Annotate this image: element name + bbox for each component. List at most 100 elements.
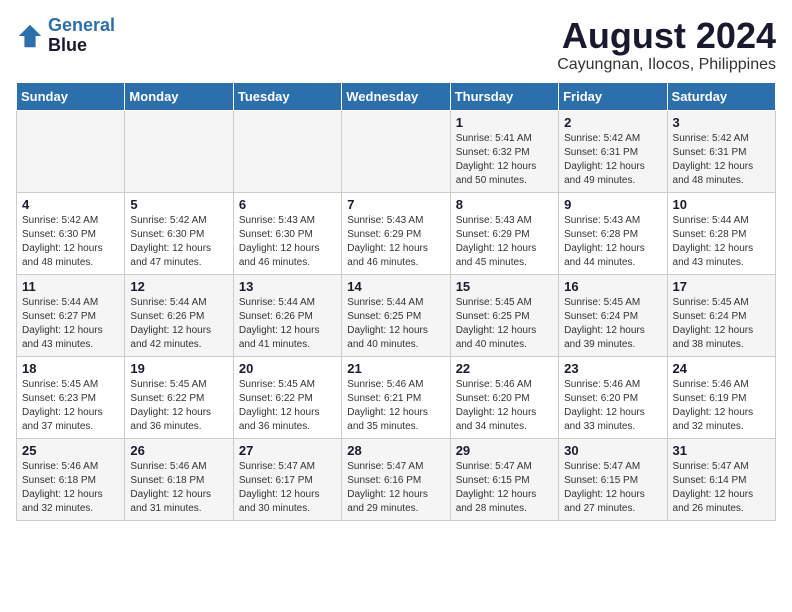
day-info: Sunrise: 5:42 AMSunset: 6:30 PMDaylight:…	[130, 214, 227, 270]
day-number: 16	[564, 279, 661, 294]
day-info: Sunrise: 5:43 AMSunset: 6:28 PMDaylight:…	[564, 214, 661, 270]
day-info: Sunrise: 5:46 AMSunset: 6:19 PMDaylight:…	[673, 378, 770, 434]
day-info: Sunrise: 5:45 AMSunset: 6:22 PMDaylight:…	[239, 378, 336, 434]
day-info: Sunrise: 5:46 AMSunset: 6:21 PMDaylight:…	[347, 378, 444, 434]
day-number: 7	[347, 197, 444, 212]
day-info: Sunrise: 5:43 AMSunset: 6:29 PMDaylight:…	[456, 214, 553, 270]
day-number: 30	[564, 443, 661, 458]
week-row-1: 1Sunrise: 5:41 AMSunset: 6:32 PMDaylight…	[17, 110, 776, 192]
day-cell	[17, 110, 125, 192]
day-number: 26	[130, 443, 227, 458]
day-cell: 14Sunrise: 5:44 AMSunset: 6:25 PMDayligh…	[342, 274, 450, 356]
day-cell: 17Sunrise: 5:45 AMSunset: 6:24 PMDayligh…	[667, 274, 775, 356]
day-info: Sunrise: 5:42 AMSunset: 6:30 PMDaylight:…	[22, 214, 119, 270]
day-cell	[233, 110, 341, 192]
day-cell: 22 Sunrise: 5:46 AMSunset: 6:20 PMDayligh…	[450, 356, 558, 438]
day-cell: 4 Sunrise: 5:42 AMSunset: 6:30 PMDaylight…	[17, 192, 125, 274]
day-cell: 29Sunrise: 5:47 AMSunset: 6:15 PMDayligh…	[450, 438, 558, 520]
day-number: 12	[130, 279, 227, 294]
day-number: 25	[22, 443, 119, 458]
day-info: Sunrise: 5:44 AMSunset: 6:25 PMDaylight:…	[347, 296, 444, 352]
day-cell: 31 Sunrise: 5:47 AMSunset: 6:14 PMDayligh…	[667, 438, 775, 520]
calendar-table: SundayMondayTuesdayWednesdayThursdayFrid…	[16, 82, 776, 521]
day-info: Sunrise: 5:44 AMSunset: 6:27 PMDaylight:…	[22, 296, 119, 352]
day-number: 22	[456, 361, 553, 376]
day-number: 4	[22, 197, 119, 212]
day-info: Sunrise: 5:45 AMSunset: 6:23 PMDaylight:…	[22, 378, 119, 434]
day-cell: 16 Sunrise: 5:45 AMSunset: 6:24 PMDayligh…	[559, 274, 667, 356]
day-cell: 8Sunrise: 5:43 AMSunset: 6:29 PMDaylight…	[450, 192, 558, 274]
day-number: 6	[239, 197, 336, 212]
weekday-header-tuesday: Tuesday	[233, 82, 341, 110]
day-info: Sunrise: 5:43 AMSunset: 6:30 PMDaylight:…	[239, 214, 336, 270]
day-number: 2	[564, 115, 661, 130]
day-number: 24	[673, 361, 770, 376]
day-cell: 2 Sunrise: 5:42 AMSunset: 6:31 PMDaylight…	[559, 110, 667, 192]
day-cell: 26 Sunrise: 5:46 AMSunset: 6:18 PMDayligh…	[125, 438, 233, 520]
day-cell: 28 Sunrise: 5:47 AMSunset: 6:16 PMDayligh…	[342, 438, 450, 520]
title-area: August 2024 Cayungnan, Ilocos, Philippin…	[557, 16, 776, 74]
weekday-header-friday: Friday	[559, 82, 667, 110]
week-row-2: 4 Sunrise: 5:42 AMSunset: 6:30 PMDaylight…	[17, 192, 776, 274]
location: Cayungnan, Ilocos, Philippines	[557, 56, 776, 74]
day-info: Sunrise: 5:44 AMSunset: 6:26 PMDaylight:…	[130, 296, 227, 352]
page-header: General Blue August 2024 Cayungnan, Iloc…	[16, 16, 776, 74]
day-info: Sunrise: 5:45 AMSunset: 6:24 PMDaylight:…	[673, 296, 770, 352]
day-number: 23	[564, 361, 661, 376]
day-cell: 19 Sunrise: 5:45 AMSunset: 6:22 PMDayligh…	[125, 356, 233, 438]
weekday-header-sunday: Sunday	[17, 82, 125, 110]
day-cell: 9 Sunrise: 5:43 AMSunset: 6:28 PMDaylight…	[559, 192, 667, 274]
weekday-header-thursday: Thursday	[450, 82, 558, 110]
day-cell: 6 Sunrise: 5:43 AMSunset: 6:30 PMDaylight…	[233, 192, 341, 274]
day-cell	[125, 110, 233, 192]
day-number: 5	[130, 197, 227, 212]
logo-text: General Blue	[48, 16, 115, 56]
day-info: Sunrise: 5:47 AMSunset: 6:16 PMDaylight:…	[347, 460, 444, 516]
day-info: Sunrise: 5:44 AMSunset: 6:28 PMDaylight:…	[673, 214, 770, 270]
day-cell: 20 Sunrise: 5:45 AMSunset: 6:22 PMDayligh…	[233, 356, 341, 438]
logo-line2: Blue	[48, 36, 115, 56]
day-cell: 18 Sunrise: 5:45 AMSunset: 6:23 PMDayligh…	[17, 356, 125, 438]
week-row-5: 25 Sunrise: 5:46 AMSunset: 6:18 PMDayligh…	[17, 438, 776, 520]
day-info: Sunrise: 5:43 AMSunset: 6:29 PMDaylight:…	[347, 214, 444, 270]
day-info: Sunrise: 5:47 AMSunset: 6:14 PMDaylight:…	[673, 460, 770, 516]
day-cell: 21Sunrise: 5:46 AMSunset: 6:21 PMDayligh…	[342, 356, 450, 438]
day-cell: 23 Sunrise: 5:46 AMSunset: 6:20 PMDayligh…	[559, 356, 667, 438]
day-info: Sunrise: 5:44 AMSunset: 6:26 PMDaylight:…	[239, 296, 336, 352]
day-info: Sunrise: 5:45 AMSunset: 6:22 PMDaylight:…	[130, 378, 227, 434]
day-cell: 12 Sunrise: 5:44 AMSunset: 6:26 PMDayligh…	[125, 274, 233, 356]
day-info: Sunrise: 5:46 AMSunset: 6:18 PMDaylight:…	[130, 460, 227, 516]
month-year: August 2024	[557, 16, 776, 56]
weekday-header-row: SundayMondayTuesdayWednesdayThursdayFrid…	[17, 82, 776, 110]
day-info: Sunrise: 5:46 AMSunset: 6:20 PMDaylight:…	[456, 378, 553, 434]
day-info: Sunrise: 5:47 AMSunset: 6:15 PMDaylight:…	[564, 460, 661, 516]
day-info: Sunrise: 5:42 AMSunset: 6:31 PMDaylight:…	[564, 132, 661, 188]
day-number: 9	[564, 197, 661, 212]
day-cell: 30 Sunrise: 5:47 AMSunset: 6:15 PMDayligh…	[559, 438, 667, 520]
day-cell: 3Sunrise: 5:42 AMSunset: 6:31 PMDaylight…	[667, 110, 775, 192]
day-cell: 1Sunrise: 5:41 AMSunset: 6:32 PMDaylight…	[450, 110, 558, 192]
day-number: 31	[673, 443, 770, 458]
day-number: 15	[456, 279, 553, 294]
day-number: 19	[130, 361, 227, 376]
day-number: 27	[239, 443, 336, 458]
day-cell: 24 Sunrise: 5:46 AMSunset: 6:19 PMDayligh…	[667, 356, 775, 438]
day-cell	[342, 110, 450, 192]
day-number: 13	[239, 279, 336, 294]
day-cell: 25 Sunrise: 5:46 AMSunset: 6:18 PMDayligh…	[17, 438, 125, 520]
day-cell: 13 Sunrise: 5:44 AMSunset: 6:26 PMDayligh…	[233, 274, 341, 356]
day-number: 10	[673, 197, 770, 212]
day-cell: 5 Sunrise: 5:42 AMSunset: 6:30 PMDaylight…	[125, 192, 233, 274]
day-info: Sunrise: 5:45 AMSunset: 6:25 PMDaylight:…	[456, 296, 553, 352]
weekday-header-wednesday: Wednesday	[342, 82, 450, 110]
day-info: Sunrise: 5:46 AMSunset: 6:18 PMDaylight:…	[22, 460, 119, 516]
day-number: 11	[22, 279, 119, 294]
day-number: 18	[22, 361, 119, 376]
day-number: 28	[347, 443, 444, 458]
logo-icon	[16, 22, 44, 50]
day-number: 20	[239, 361, 336, 376]
logo: General Blue	[16, 16, 115, 56]
day-info: Sunrise: 5:46 AMSunset: 6:20 PMDaylight:…	[564, 378, 661, 434]
day-number: 3	[673, 115, 770, 130]
day-info: Sunrise: 5:45 AMSunset: 6:24 PMDaylight:…	[564, 296, 661, 352]
